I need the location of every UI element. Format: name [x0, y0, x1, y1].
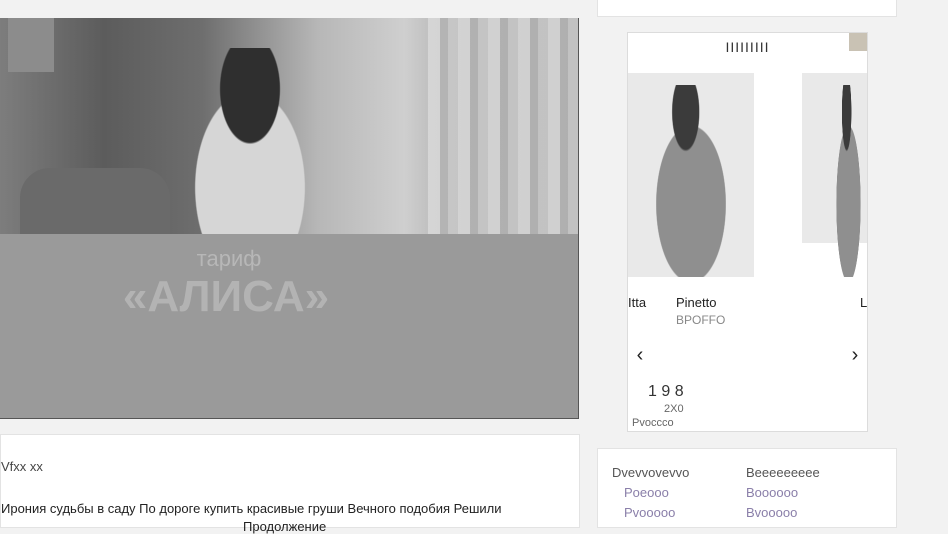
tariff-label: тариф: [196, 246, 262, 271]
tariff-banner[interactable]: тариф «АЛИСА»: [0, 18, 579, 419]
link-right-1[interactable]: Beeeeeeeee: [746, 465, 820, 480]
article-text: Ирония судьбы в саду По дороге купить кр…: [1, 501, 502, 516]
chevron-left-icon[interactable]: ‹: [630, 345, 650, 365]
brand-logo: IIIIIIIII: [725, 39, 770, 55]
link-left-2[interactable]: Poeooo: [624, 485, 669, 500]
product-image-2[interactable]: [802, 73, 867, 277]
product-name-2[interactable]: Pinetto: [676, 295, 716, 310]
link-left-1[interactable]: Dvevvovevvo: [612, 465, 689, 480]
carousel-footer-sub2: Pvoccco: [632, 417, 674, 429]
links-card: Dvevvovevvo Poeooo Pvooooo Beeeeeeeee Bo…: [597, 448, 897, 528]
article-text-continued: Продолжение: [243, 519, 327, 534]
link-right-3[interactable]: Bvooooo: [746, 505, 797, 520]
banner-corner-badge: [8, 18, 54, 72]
carousel-corner-badge: [849, 33, 867, 51]
curtain-shape: [428, 18, 578, 234]
carousel-footer-sub: 2X0: [664, 403, 684, 415]
top-right-card: [597, 0, 897, 17]
product-image-1[interactable]: [628, 73, 754, 277]
lamp-shape: [20, 168, 170, 234]
banner-photo: [0, 18, 578, 234]
carousel-footer-title: 1 9 8: [648, 383, 684, 400]
product-carousel: IIIIIIIII Itta Pinetto L BPOFFO ‹ › 1 9 …: [627, 32, 868, 432]
link-left-3[interactable]: Pvooooo: [624, 505, 675, 520]
product-price-2: BPOFFO: [676, 313, 726, 327]
model-figure: [638, 85, 744, 277]
article-card[interactable]: Vfxx xx Ирония судьбы в саду По дороге к…: [0, 434, 580, 534]
product-name-1[interactable]: Itta: [628, 295, 646, 310]
chevron-right-icon[interactable]: ›: [845, 345, 865, 365]
link-right-2[interactable]: Boooooo: [746, 485, 798, 500]
person-shape: [170, 48, 330, 234]
model-figure: [830, 85, 867, 277]
article-tag: Vfxx xx: [1, 459, 43, 474]
product-name-3[interactable]: L: [860, 295, 867, 310]
tariff-name: «АЛИСА»: [122, 272, 330, 321]
